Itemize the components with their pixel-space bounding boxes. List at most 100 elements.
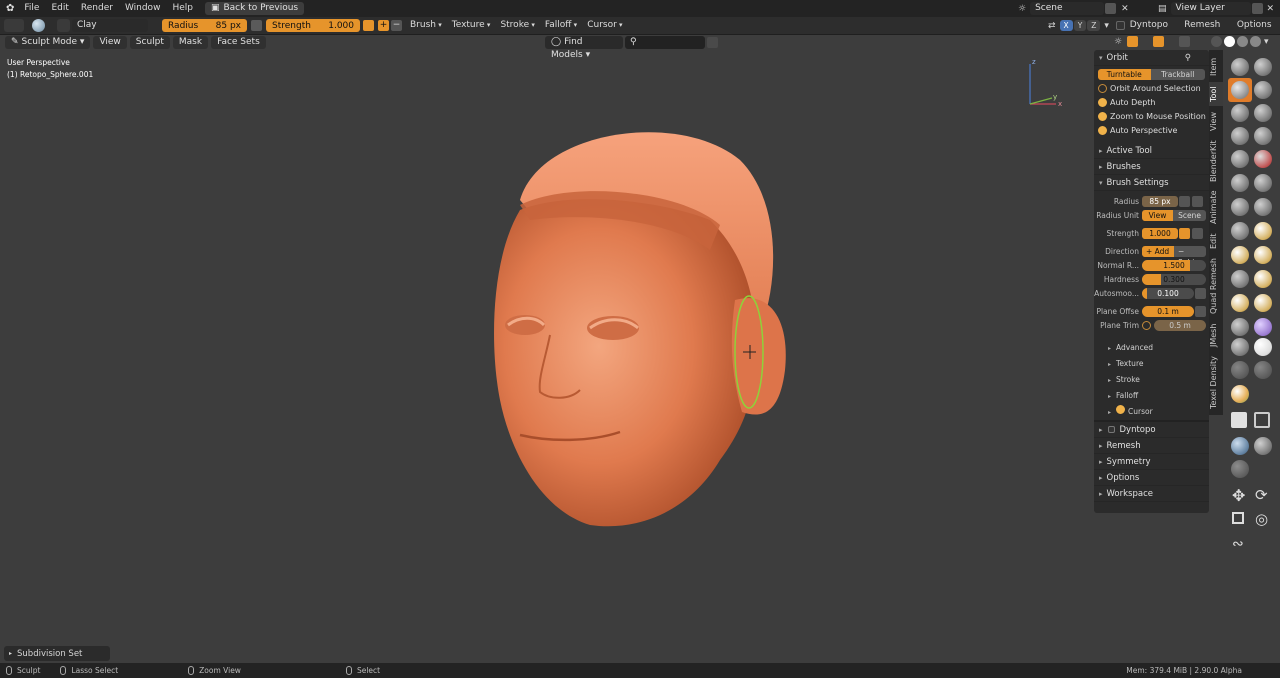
view-menu[interactable]: View xyxy=(93,36,127,49)
sculpt-menu[interactable]: Sculpt xyxy=(129,36,170,49)
cursor-dropdown[interactable]: Cursor xyxy=(583,19,626,32)
inflate-brush-icon[interactable] xyxy=(1231,127,1249,145)
flatten-brush-icon[interactable] xyxy=(1231,174,1249,192)
annotate-tool-icon[interactable]: ∾ xyxy=(1232,536,1244,552)
advanced-subsection[interactable]: Advanced xyxy=(1094,340,1209,356)
tab-jmesh[interactable]: JMesh xyxy=(1209,320,1223,350)
cloth-brush-icon[interactable] xyxy=(1254,318,1272,336)
draw-sharp-brush-icon[interactable] xyxy=(1254,58,1272,76)
direction-add-button[interactable]: + Add xyxy=(1142,245,1174,257)
shading-solid-icon[interactable] xyxy=(1224,36,1235,47)
view-layer-copy-icon[interactable] xyxy=(1251,3,1263,14)
dyntopo-section[interactable]: Dyntopo xyxy=(1094,422,1209,438)
shading-wireframe-icon[interactable] xyxy=(1211,36,1222,47)
turntable-button[interactable]: Turntable xyxy=(1098,69,1151,80)
menu-window[interactable]: Window xyxy=(119,0,167,17)
falloff-subsection[interactable]: Falloff xyxy=(1094,388,1209,404)
scene-selector[interactable]: ☼ Scene ✕ xyxy=(1018,2,1133,15)
stroke-subsection[interactable]: Stroke xyxy=(1094,372,1209,388)
multiplane-scrape-brush-icon[interactable] xyxy=(1254,198,1272,216)
tab-tool[interactable]: Tool xyxy=(1209,82,1223,106)
find-models-dropdown[interactable]: ◯ Find Models ▾ xyxy=(545,36,623,60)
orbit-section-header[interactable]: Orbit ⚲ xyxy=(1094,50,1209,66)
normal-radius-slider[interactable]: 1.500 xyxy=(1142,259,1206,271)
editor-type-icon[interactable] xyxy=(4,19,24,32)
clay-strips-brush-icon[interactable] xyxy=(1254,81,1272,99)
falloff-dropdown[interactable]: Falloff xyxy=(541,19,581,32)
texture-dropdown[interactable]: Texture xyxy=(448,19,495,32)
blob-brush-icon[interactable] xyxy=(1254,127,1272,145)
remesh-section[interactable]: Remesh xyxy=(1094,438,1209,454)
plane-trim-slider[interactable]: 0.5 m xyxy=(1154,319,1206,331)
view-layer-selector[interactable]: ▤ View Layer ✕ xyxy=(1158,2,1277,15)
radius-pressure-icon[interactable] xyxy=(251,20,262,31)
plane-offset-slider[interactable]: 0.1 m xyxy=(1142,305,1194,317)
cursor-subsection[interactable]: Cursor xyxy=(1094,404,1209,420)
np-radius-pressure-icon[interactable] xyxy=(1179,195,1190,207)
scale-tool-icon[interactable] xyxy=(1232,512,1244,524)
active-tool-section[interactable]: Active Tool xyxy=(1094,143,1209,159)
overlay-icon[interactable] xyxy=(1153,36,1165,47)
snake-hook-brush-icon[interactable] xyxy=(1254,246,1272,264)
menu-edit[interactable]: Edit xyxy=(45,0,74,17)
view-layer-field[interactable]: View Layer xyxy=(1170,2,1251,15)
scene-field[interactable]: Scene xyxy=(1030,2,1105,15)
tab-texel-density[interactable]: Texel Density xyxy=(1209,354,1223,412)
auto-depth-checkbox[interactable] xyxy=(1098,97,1107,107)
sculpted-head-model[interactable] xyxy=(480,120,810,540)
dyntopo-section-checkbox[interactable] xyxy=(1107,426,1115,433)
simplify-brush-icon[interactable] xyxy=(1231,338,1249,356)
cursor-toggle[interactable] xyxy=(1116,405,1126,414)
symmetry-section[interactable]: Symmetry xyxy=(1094,454,1209,470)
direction-add-icon[interactable]: + xyxy=(378,20,389,31)
elastic-deform-brush-icon[interactable] xyxy=(1231,246,1249,264)
tab-view[interactable]: View xyxy=(1209,110,1223,134)
texture-subsection[interactable]: Texture xyxy=(1094,356,1209,372)
axis-z-toggle[interactable]: Z xyxy=(1087,20,1101,31)
autosmooth-slider[interactable]: 0.100 xyxy=(1142,287,1194,299)
crease-brush-icon[interactable] xyxy=(1231,150,1249,168)
options-dropdown[interactable]: Options xyxy=(1233,19,1280,32)
face-sets-menu[interactable]: Face Sets xyxy=(211,36,266,49)
brushes-section[interactable]: Brushes xyxy=(1094,159,1209,175)
rotate-tool-icon[interactable]: ⟳ xyxy=(1255,486,1268,504)
rotate-brush-icon[interactable] xyxy=(1254,294,1272,312)
symmetry-options-icon[interactable]: ▾ xyxy=(1104,21,1109,31)
blender-logo-icon[interactable]: ✿ xyxy=(6,3,14,14)
orbit-around-selection-checkbox[interactable] xyxy=(1098,83,1107,93)
shading-rendered-icon[interactable] xyxy=(1250,36,1261,47)
color-filter-icon[interactable] xyxy=(1231,460,1249,478)
np-radius-slider[interactable]: 85 px xyxy=(1142,195,1178,207)
strength-field[interactable]: Strength 1.000 xyxy=(266,19,360,32)
scene-close-icon[interactable]: ✕ xyxy=(1121,4,1129,14)
shading-material-icon[interactable] xyxy=(1237,36,1248,47)
brush-settings-section[interactable]: Brush Settings xyxy=(1094,175,1209,191)
np-strength-slider[interactable]: 1.000 xyxy=(1142,227,1178,239)
last-operator-panel[interactable]: ▸ Subdivision Set xyxy=(4,646,110,661)
zoom-to-mouse-option[interactable]: Zoom to Mouse Position xyxy=(1094,109,1209,123)
brush-preview-icon[interactable] xyxy=(32,19,45,32)
axis-gizmo[interactable]: z y x xyxy=(1018,56,1070,112)
draw-brush-icon[interactable] xyxy=(1231,58,1249,76)
remesh-dropdown[interactable]: Remesh xyxy=(1180,19,1229,32)
box-face-set-icon[interactable] xyxy=(1254,412,1270,428)
move-tool-icon[interactable]: ✥ xyxy=(1232,486,1245,505)
tab-edit[interactable]: Edit xyxy=(1209,230,1223,252)
pose-brush-icon[interactable] xyxy=(1254,270,1272,288)
object-gizmo-icon[interactable] xyxy=(1127,36,1139,47)
mask-brush-icon[interactable] xyxy=(1254,338,1272,356)
axis-y-toggle[interactable]: Y xyxy=(1073,20,1087,31)
plane-offset-pressure-icon[interactable] xyxy=(1195,305,1206,317)
dyntopo-dropdown[interactable]: Dyntopo xyxy=(1126,19,1177,32)
plane-trim-checkbox[interactable] xyxy=(1142,320,1151,330)
thumb-brush-icon[interactable] xyxy=(1231,270,1249,288)
scrape-brush-icon[interactable] xyxy=(1231,198,1249,216)
mask-menu[interactable]: Mask xyxy=(172,36,209,49)
stroke-dropdown[interactable]: Stroke xyxy=(496,19,538,32)
sculpt-mode-dropdown[interactable]: ✎ Sculpt Mode ▾ xyxy=(5,36,91,49)
tab-quad-remesh[interactable]: Quad Remesh xyxy=(1209,256,1223,316)
auto-depth-option[interactable]: Auto Depth xyxy=(1094,95,1209,109)
menu-render[interactable]: Render xyxy=(75,0,119,17)
slide-relax-brush-icon[interactable] xyxy=(1231,318,1249,336)
mesh-filter-icon[interactable] xyxy=(1231,437,1249,455)
